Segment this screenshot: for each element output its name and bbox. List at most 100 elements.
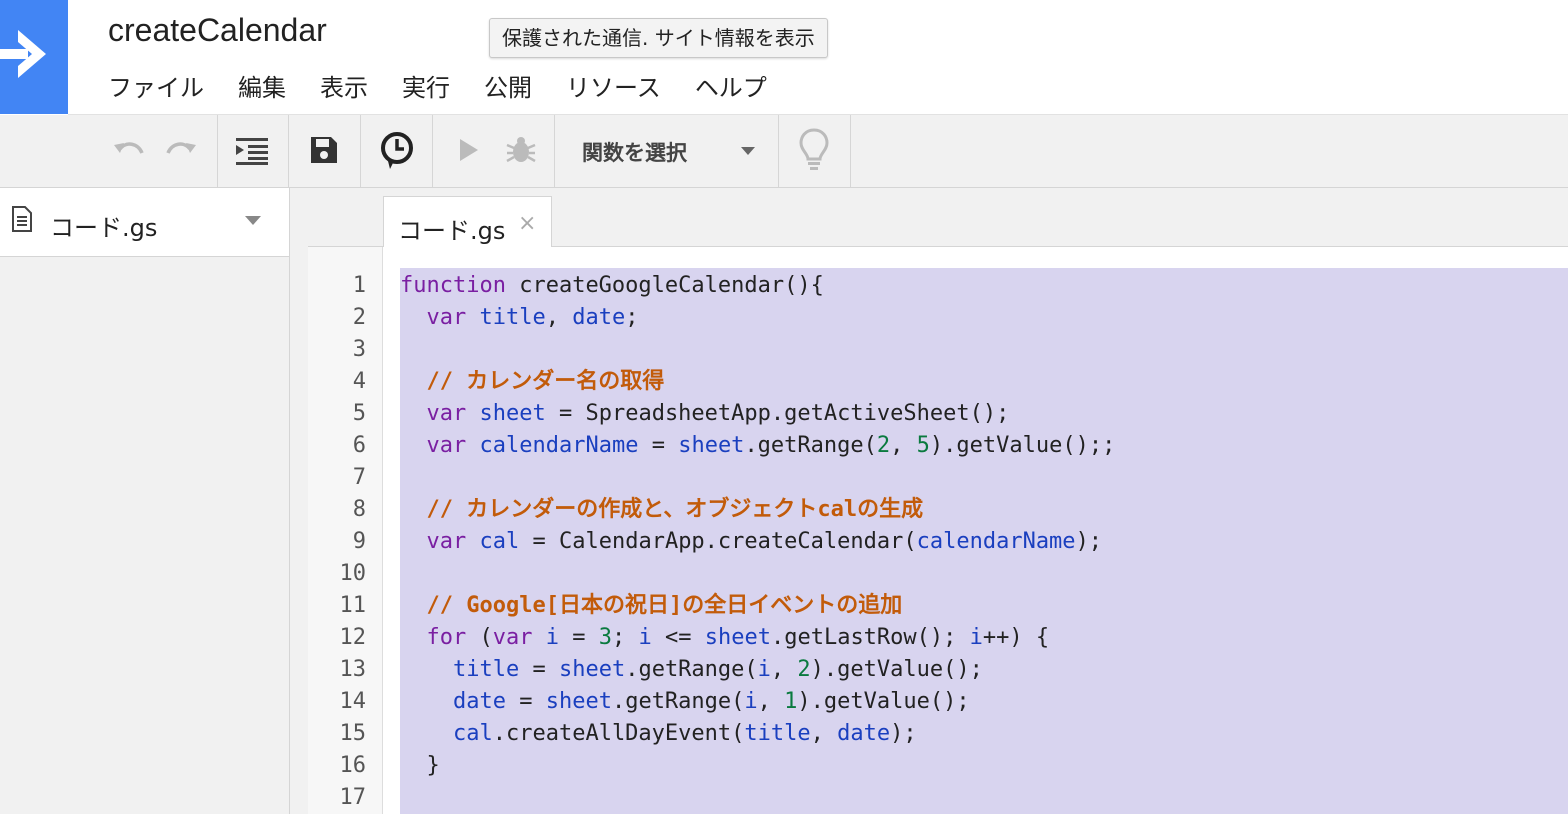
line-number: 7 [352, 465, 366, 490]
code-token: var [426, 433, 467, 458]
code-token: calendarName [479, 433, 639, 458]
code-token: ).getValue(); [810, 657, 983, 682]
project-title[interactable]: createCalendar [108, 12, 327, 49]
run-icon[interactable] [458, 137, 480, 163]
menu-view[interactable]: 表示 [320, 68, 368, 104]
code-token: .getRange( [744, 433, 877, 458]
file-sidebar: コード.gs [0, 188, 290, 814]
toolbar-separator [288, 115, 289, 187]
chevron-down-icon[interactable] [741, 147, 755, 155]
line-number: 2 [352, 305, 366, 330]
menu-help[interactable]: ヘルプ [695, 68, 767, 104]
code-token: cal [452, 721, 493, 746]
code-token: var [492, 625, 533, 650]
tab-code-gs[interactable]: コード.gs × [383, 196, 552, 248]
code-token: cal [479, 529, 520, 554]
code-token: function [400, 273, 506, 298]
indent-icon[interactable] [236, 137, 268, 165]
code-token: , [810, 721, 838, 746]
code-token: .getLastRow(); [770, 625, 970, 650]
code-token: <= [651, 625, 705, 650]
lightbulb-icon[interactable] [798, 127, 830, 173]
code-token: 2 [876, 433, 891, 458]
toolbar-separator [554, 115, 555, 187]
toolbar-separator [850, 115, 851, 187]
code-line: title = sheet.getRange(i, 2).getValue(); [400, 654, 983, 686]
toolbar-separator [360, 115, 361, 187]
code-token: // カレンダー名の取得 [426, 369, 665, 394]
line-number: 6 [352, 433, 366, 458]
code-token: } [400, 753, 440, 778]
code-token: ); [1075, 529, 1103, 554]
menu-edit[interactable]: 編集 [238, 68, 286, 104]
chevron-down-icon[interactable] [245, 216, 261, 225]
code-token: date [572, 305, 626, 330]
debug-bug-icon[interactable] [504, 133, 538, 167]
code-token: createGoogleCalendar(){ [505, 273, 824, 298]
code-token: var [426, 401, 467, 426]
close-icon[interactable]: × [518, 211, 536, 236]
code-token: title [452, 657, 520, 682]
code-token: = [559, 625, 599, 650]
code-token: ( [466, 625, 493, 650]
code-token: date [452, 689, 506, 714]
line-number: 9 [352, 529, 366, 554]
secure-connection-tooltip: 保護された通信. サイト情報を表示 [489, 18, 828, 58]
code-line: // カレンダーの作成と、オブジェクトcalの生成 [400, 494, 924, 526]
menu-run[interactable]: 実行 [402, 68, 450, 104]
code-line: var sheet = SpreadsheetApp.getActiveShee… [400, 398, 1010, 430]
code-token: .getRange( [611, 689, 745, 714]
code-token: sheet [558, 657, 626, 682]
undo-icon[interactable] [112, 137, 146, 165]
code-line: var cal = CalendarApp.createCalendar(cal… [400, 526, 1103, 558]
code-token: sheet [545, 689, 612, 714]
code-token: ).getValue();; [929, 433, 1116, 458]
code-token: sheet [678, 433, 745, 458]
menu-file[interactable]: ファイル [108, 68, 204, 104]
save-icon[interactable] [309, 135, 339, 165]
line-number: 8 [352, 497, 366, 522]
code-token: = [519, 657, 559, 682]
redo-icon[interactable] [164, 137, 198, 165]
line-number: 5 [352, 401, 366, 426]
tab-label: コード.gs [398, 217, 506, 245]
code-token: i [638, 625, 652, 650]
code-token: var [426, 305, 467, 330]
menu-resources[interactable]: リソース [566, 68, 661, 104]
code-token: sheet [704, 625, 771, 650]
menu-publish[interactable]: 公開 [484, 68, 532, 104]
code-token: 3 [598, 625, 612, 650]
code-line: var title, date; [400, 302, 639, 334]
app-logo[interactable] [0, 0, 68, 114]
code-token: , [890, 433, 917, 458]
code-token: , [770, 657, 798, 682]
line-number: 3 [352, 337, 366, 362]
code-line: function createGoogleCalendar(){ [400, 270, 824, 302]
code-token: ).getValue(); [797, 689, 970, 714]
toolbar: 関数を選択 [0, 115, 1568, 188]
toolbar-separator [432, 115, 433, 187]
code-token: = SpreadsheetApp.getActiveSheet(); [545, 401, 1010, 426]
code-token: 1 [784, 689, 798, 714]
triggers-clock-icon[interactable] [380, 131, 414, 171]
file-item-code-gs[interactable]: コード.gs [0, 188, 289, 257]
line-number: 4 [352, 369, 366, 394]
code-token: .getRange( [625, 657, 758, 682]
line-number: 13 [339, 657, 367, 682]
function-select[interactable]: 関数を選択 [582, 137, 687, 167]
line-number: 17 [339, 785, 367, 810]
code-token: ++) { [982, 625, 1050, 650]
